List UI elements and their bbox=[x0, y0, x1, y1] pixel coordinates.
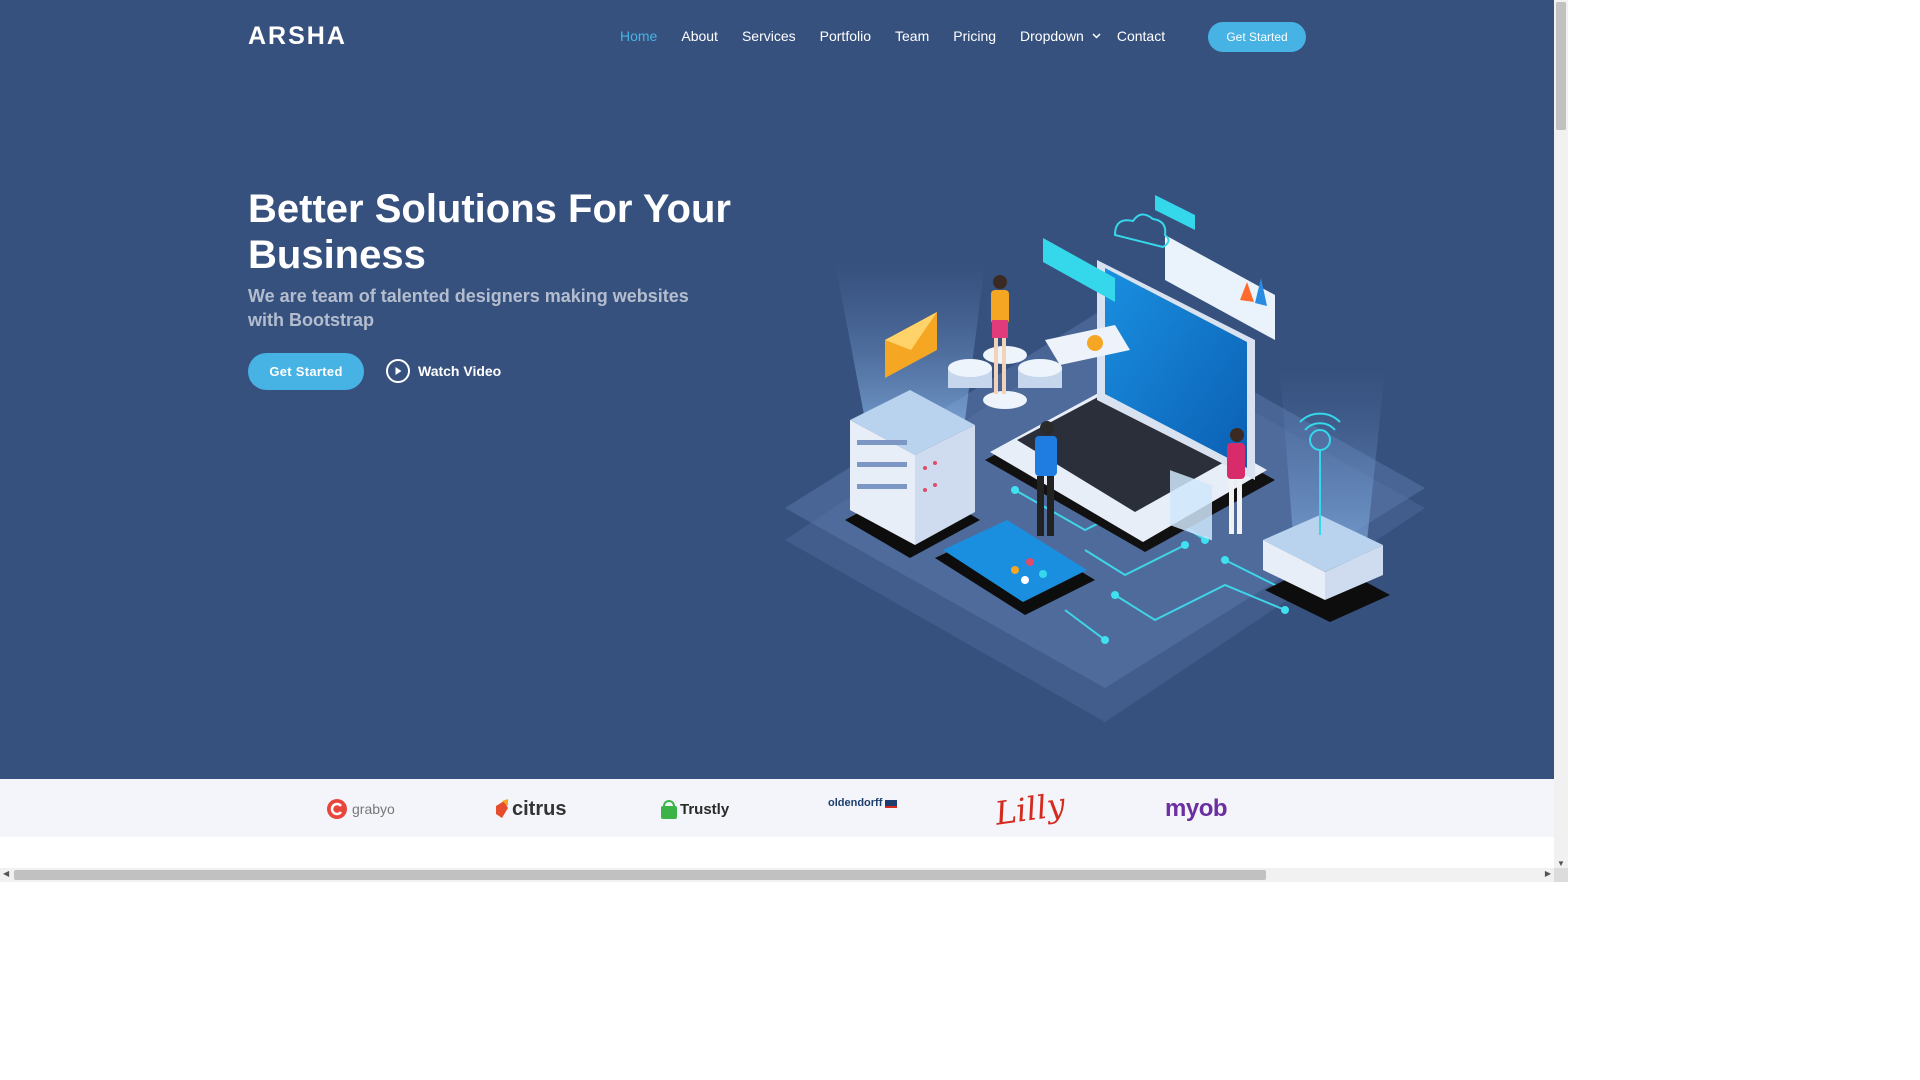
scroll-right-arrow-icon[interactable]: ▶ bbox=[1545, 869, 1551, 878]
client-logo-grabyo[interactable]: grabyo bbox=[326, 793, 395, 825]
nav-pricing[interactable]: Pricing bbox=[953, 28, 996, 44]
main-nav: Home About Services Portfolio Team Prici… bbox=[620, 28, 1189, 44]
scrollbar-corner bbox=[1554, 868, 1568, 882]
nav-about[interactable]: About bbox=[681, 28, 718, 44]
hero-section: ARSHA Home About Services Portfolio Team… bbox=[0, 0, 1554, 779]
nav-dropdown[interactable]: Dropdown bbox=[1020, 28, 1101, 44]
client-logo-myob[interactable]: myob bbox=[1165, 793, 1228, 825]
client-logo-citrus-text: citrus bbox=[512, 797, 567, 820]
hero-get-started-button[interactable]: Get Started bbox=[248, 353, 364, 390]
client-logo-lilly-text: Lilly bbox=[992, 785, 1068, 833]
watch-video-button[interactable]: Watch Video bbox=[386, 359, 501, 383]
client-logo-trustly[interactable]: Trustly bbox=[660, 793, 729, 825]
client-logo-lilly[interactable]: Lilly bbox=[993, 785, 1068, 832]
hero-title: Better Solutions For Your Business bbox=[248, 186, 748, 278]
play-circle-icon bbox=[386, 359, 410, 383]
citrus-icon bbox=[496, 799, 508, 818]
site-header: ARSHA Home About Services Portfolio Team… bbox=[0, 0, 1554, 74]
site-logo[interactable]: ARSHA bbox=[248, 22, 347, 51]
horizontal-scrollbar[interactable]: ◀ ▶ bbox=[0, 868, 1554, 882]
client-logo-citrus[interactable]: citrus bbox=[494, 793, 566, 825]
vertical-scrollbar[interactable]: ▲ ▼ bbox=[1554, 0, 1568, 868]
nav-portfolio[interactable]: Portfolio bbox=[820, 28, 871, 44]
nav-home[interactable]: Home bbox=[620, 28, 657, 44]
hero-title-line2: Business bbox=[248, 233, 426, 277]
client-logo-grabyo-text: grabyo bbox=[352, 801, 395, 817]
grabyo-icon bbox=[327, 799, 347, 819]
horizontal-scrollbar-thumb[interactable] bbox=[14, 870, 1266, 880]
hero-title-line1: Better Solutions For Your bbox=[248, 187, 731, 231]
header-get-started-button[interactable]: Get Started bbox=[1208, 22, 1306, 52]
oldendorff-ship-icon bbox=[885, 800, 898, 808]
client-logo-trustly-text: Trustly bbox=[680, 800, 730, 818]
client-logo-myob-text: myob bbox=[1165, 795, 1228, 822]
scroll-left-arrow-icon[interactable]: ◀ bbox=[3, 869, 9, 878]
nav-dropdown-label: Dropdown bbox=[1020, 28, 1084, 44]
page-viewport: ARSHA Home About Services Portfolio Team… bbox=[0, 0, 1554, 868]
clients-section: grabyo citrus Trustly oldendorff Lilly m… bbox=[0, 779, 1554, 837]
watch-video-label: Watch Video bbox=[418, 363, 502, 379]
hero-subtitle: We are team of talented designers making… bbox=[248, 286, 689, 330]
client-logo-oldendorff-text: oldendorff bbox=[828, 797, 883, 809]
nav-team[interactable]: Team bbox=[895, 28, 929, 44]
nav-contact[interactable]: Contact bbox=[1117, 28, 1165, 44]
scroll-down-arrow-icon[interactable]: ▼ bbox=[1557, 859, 1565, 868]
chevron-down-icon bbox=[1092, 31, 1101, 41]
client-logo-oldendorff[interactable]: oldendorff bbox=[828, 787, 898, 819]
nav-services[interactable]: Services bbox=[742, 28, 796, 44]
trustly-bag-icon bbox=[661, 800, 677, 819]
hero-illustration bbox=[785, 190, 1430, 725]
vertical-scrollbar-thumb[interactable] bbox=[1556, 2, 1566, 130]
